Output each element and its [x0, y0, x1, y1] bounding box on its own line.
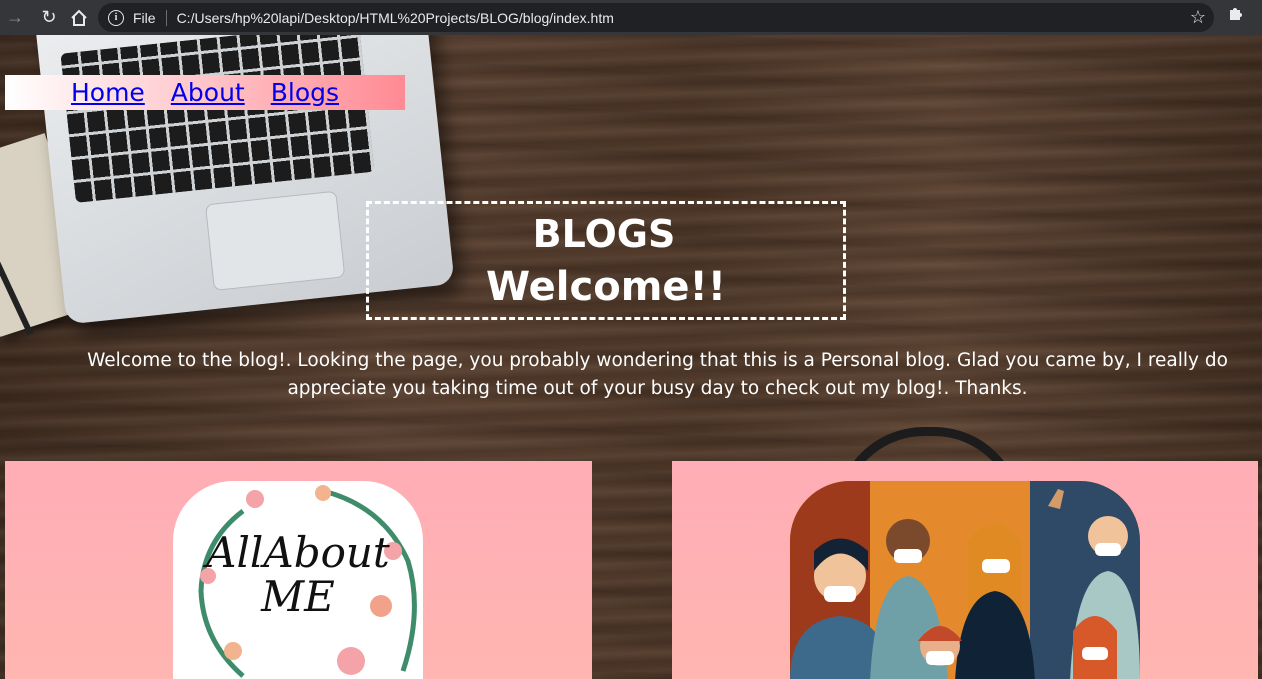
- back-arrow-icon[interactable]: →: [0, 3, 30, 33]
- bookmark-star-icon[interactable]: ☆: [1190, 7, 1206, 28]
- about-me-image[interactable]: AllAbout ME: [173, 481, 423, 679]
- people-illustration-icon: [790, 481, 1140, 679]
- reload-icon[interactable]: ↻: [34, 3, 64, 33]
- url-text[interactable]: C:/Users/hp%20lapi/Desktop/HTML%20Projec…: [177, 10, 614, 26]
- page-body: Home About Blogs BLOGS Welcome!! Welcome…: [0, 35, 1262, 679]
- scheme-label: File: [133, 9, 156, 26]
- hero-title: BLOGS: [532, 212, 676, 256]
- blog-card-people[interactable]: [672, 461, 1258, 679]
- nav-link-home[interactable]: Home: [71, 78, 145, 107]
- browser-toolbar: → ↻ i File C:/Users/hp%20lapi/Desktop/HT…: [0, 0, 1262, 35]
- blog-card-about-me[interactable]: AllAbout ME: [5, 461, 592, 679]
- intro-paragraph: Welcome to the blog!. Looking the page, …: [87, 350, 1228, 399]
- hero-subtitle: Welcome!!: [485, 264, 727, 310]
- nav-link-about[interactable]: About: [171, 78, 245, 107]
- info-icon[interactable]: i: [108, 9, 124, 26]
- address-bar[interactable]: i File C:/Users/hp%20lapi/Desktop/HTML%2…: [98, 3, 1214, 32]
- hero-box: BLOGS Welcome!!: [366, 201, 846, 320]
- nav-link-blogs[interactable]: Blogs: [271, 78, 339, 107]
- about-me-image-text: AllAbout ME: [206, 528, 390, 621]
- home-icon[interactable]: [64, 3, 94, 33]
- extensions-puzzle-icon[interactable]: [1228, 5, 1244, 26]
- divider: [165, 9, 167, 26]
- masked-people-image[interactable]: [790, 481, 1140, 679]
- top-nav: Home About Blogs: [5, 75, 405, 110]
